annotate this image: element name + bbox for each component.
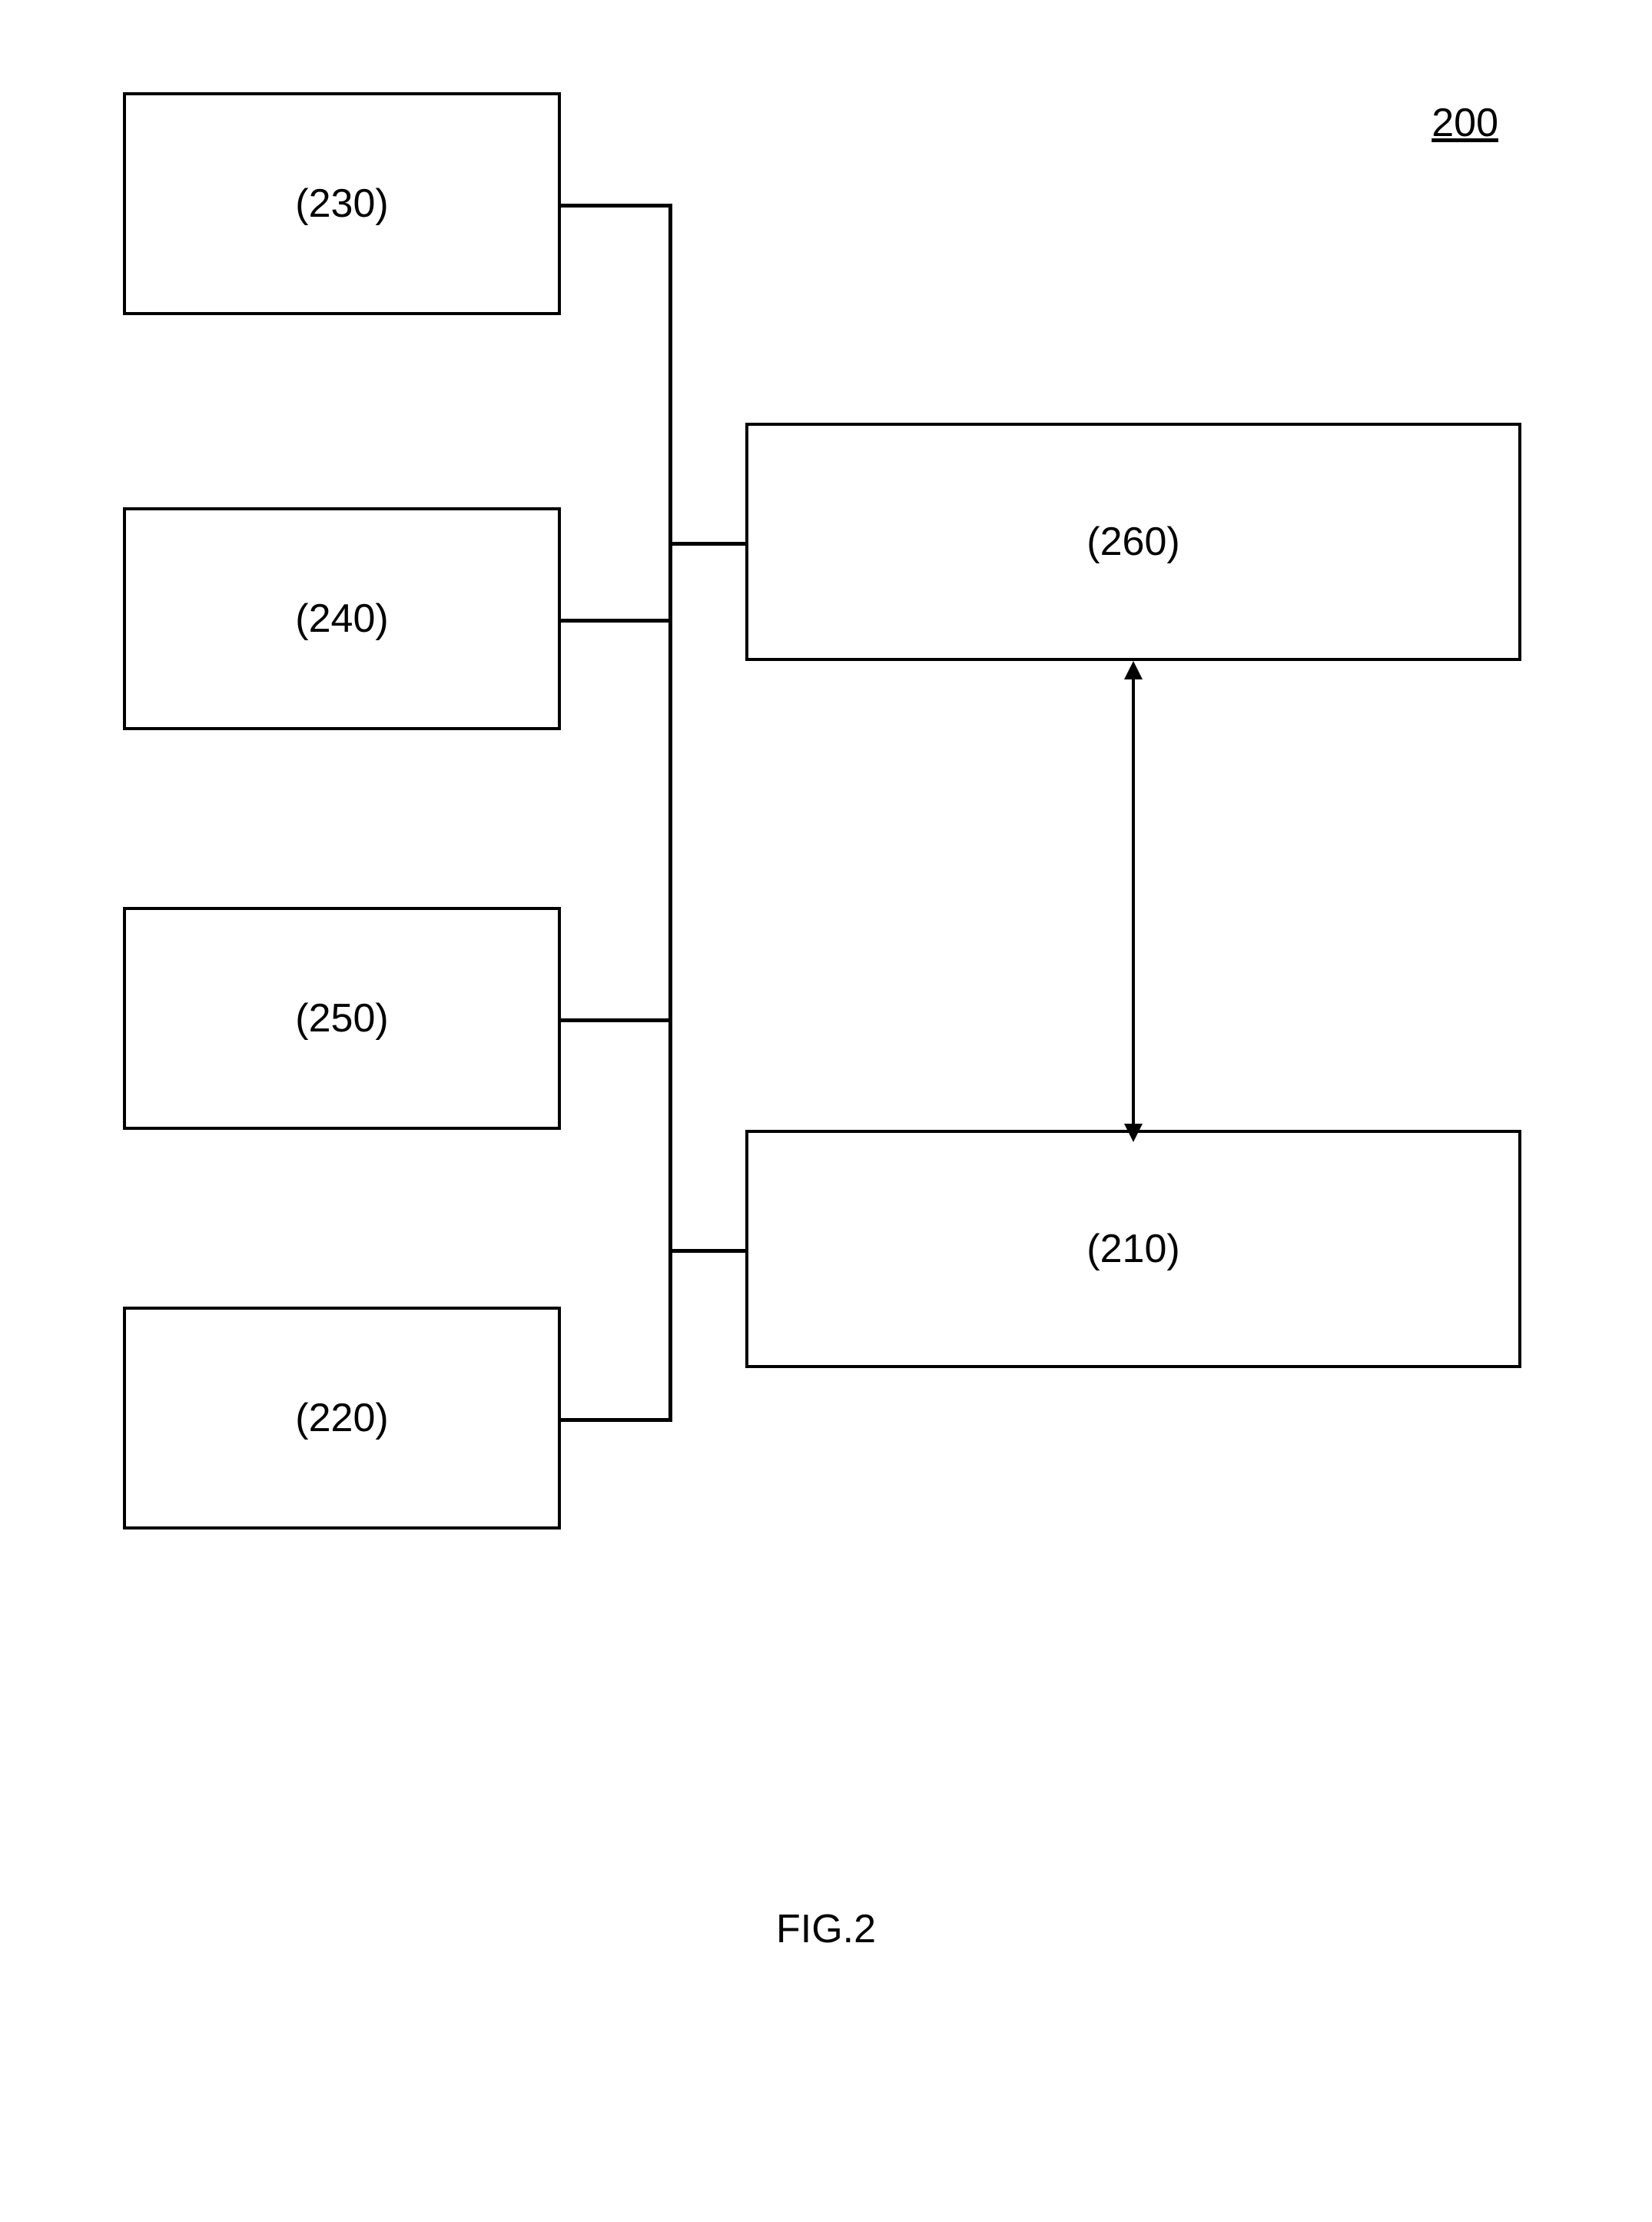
- figure-label: FIG.2: [776, 1906, 876, 1952]
- block-230: (230): [123, 92, 561, 315]
- block-230-label: (230): [295, 181, 388, 227]
- block-240: (240): [123, 507, 561, 730]
- block-220-label: (220): [295, 1395, 388, 1441]
- block-250-label: (250): [295, 995, 388, 1041]
- connector-230-bus: [561, 204, 672, 208]
- block-220: (220): [123, 1307, 561, 1529]
- connector-240-bus: [561, 619, 672, 623]
- page-reference-number: 200: [1431, 100, 1498, 146]
- block-210: (210): [745, 1130, 1521, 1368]
- connector-220-bus: [561, 1418, 672, 1422]
- block-260: (260): [745, 423, 1521, 661]
- block-210-label: (210): [1086, 1226, 1179, 1272]
- connector-bus-210: [668, 1249, 745, 1253]
- block-260-label: (260): [1086, 519, 1179, 565]
- connector-250-bus: [561, 1018, 672, 1022]
- block-250: (250): [123, 907, 561, 1130]
- arrow-260-210: [1110, 659, 1156, 1144]
- connector-bus-260: [668, 542, 745, 546]
- vertical-bus: [668, 204, 672, 1422]
- block-240-label: (240): [295, 596, 388, 642]
